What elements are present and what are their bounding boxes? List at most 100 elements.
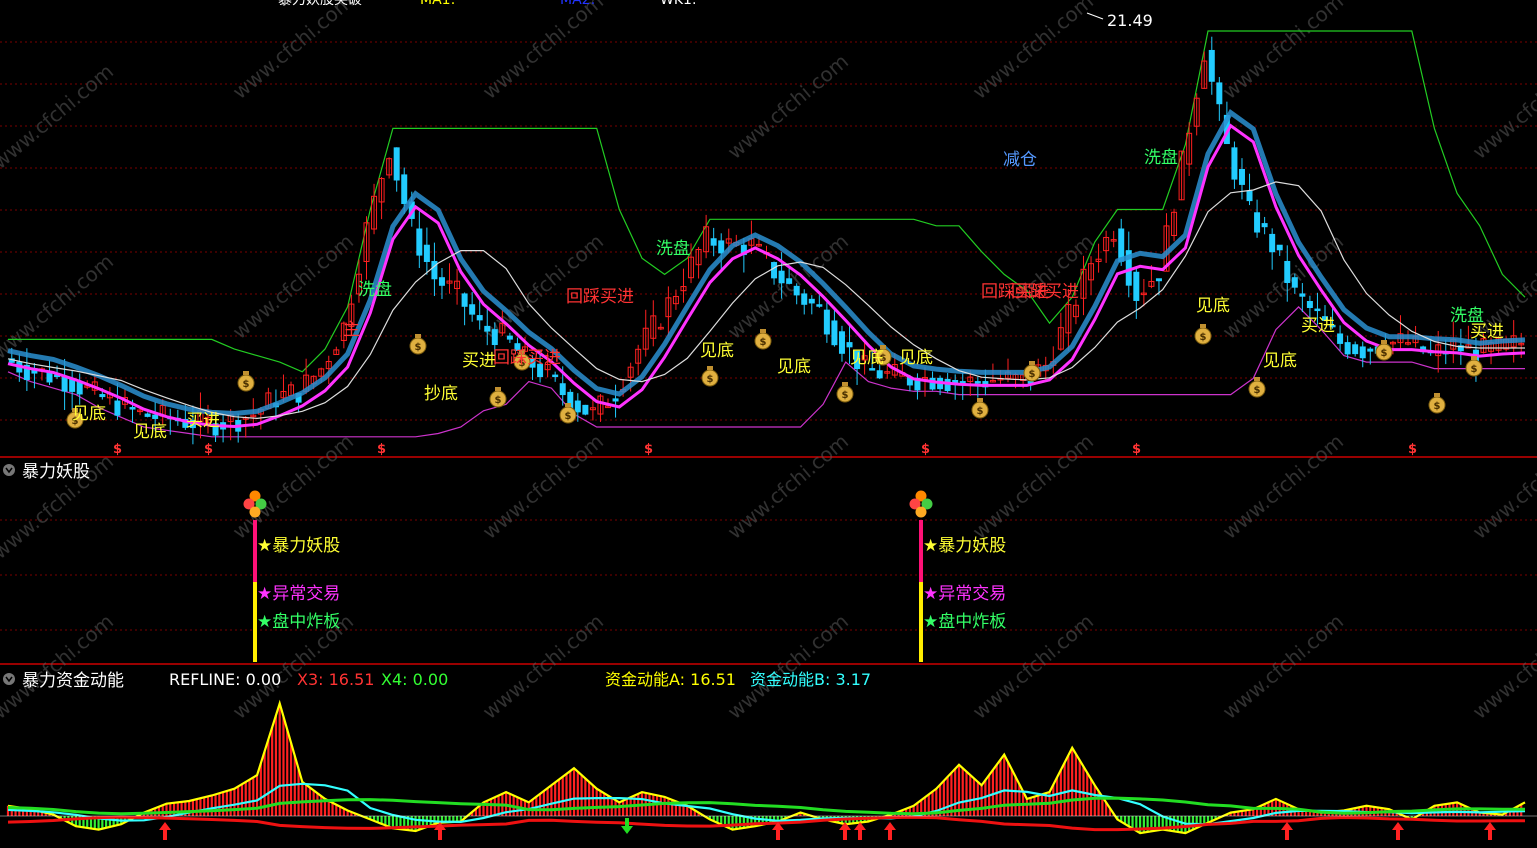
signal-label: 减仓 xyxy=(1003,150,1037,170)
signal-label: 洗盘 xyxy=(1144,148,1178,168)
signal-group-label: ★暴力妖股 xyxy=(257,536,340,556)
dollar-marker: $ xyxy=(113,442,122,457)
signal-label: 回踩买进 xyxy=(1011,282,1079,302)
candle-down xyxy=(1291,277,1298,288)
candle-down xyxy=(1231,147,1238,180)
candle-down xyxy=(944,378,951,392)
candle-down xyxy=(438,277,445,286)
candle-down xyxy=(846,342,853,348)
signal-label: 见底 xyxy=(1263,351,1297,371)
candle-down xyxy=(152,414,159,419)
candle-down xyxy=(612,398,619,402)
candle-down xyxy=(582,404,589,415)
dollar-marker: $ xyxy=(921,442,930,457)
dollar-marker: $ xyxy=(644,442,653,457)
signal-group-label: ★暴力妖股 xyxy=(923,536,1006,556)
candle-down xyxy=(1352,344,1359,355)
candle-down xyxy=(114,400,121,416)
candle-down xyxy=(144,413,151,417)
candle-down xyxy=(823,309,830,335)
candle-down xyxy=(574,400,581,413)
signal-label: 见底 xyxy=(899,348,933,368)
candle-down xyxy=(808,298,815,304)
money-bag-sign: $ xyxy=(842,390,849,401)
candle-down xyxy=(1299,293,1306,297)
candle-down xyxy=(469,304,476,315)
signal-group-label: ★异常交易 xyxy=(257,584,340,604)
money-bag-neck xyxy=(1434,393,1440,397)
panel2-collapse-icon[interactable] xyxy=(3,464,15,476)
signal-group-label: ★异常交易 xyxy=(923,584,1006,604)
candle-down xyxy=(1238,168,1245,185)
candle-down xyxy=(869,368,876,371)
money-bag-sign: $ xyxy=(707,374,714,385)
indicator-b: 资金动能B: 3.17 xyxy=(750,670,871,689)
header-label-3: MA2: xyxy=(560,0,595,8)
candle-down xyxy=(771,262,778,279)
money-bag-neck xyxy=(842,382,848,386)
signal-label: 见底 xyxy=(133,422,167,442)
dollar-marker: $ xyxy=(1132,442,1141,457)
candle-down xyxy=(1337,333,1344,344)
money-bag-sign: $ xyxy=(760,337,767,348)
candle-down xyxy=(416,228,423,256)
candle-down xyxy=(801,293,808,305)
money-bag-neck xyxy=(1471,356,1477,360)
candle-down xyxy=(491,329,498,346)
signal-orb-icon xyxy=(915,506,927,518)
money-bag-sign: $ xyxy=(1471,364,1478,375)
header-label-1: 暴力妖股突破 xyxy=(278,0,362,8)
candle-down xyxy=(129,407,136,410)
signal-group-label: ★盘中炸板 xyxy=(257,612,340,632)
candle-down xyxy=(559,383,566,396)
signal-group-label: ★盘中炸板 xyxy=(923,612,1006,632)
signal-label: 回踩买进 xyxy=(493,348,561,368)
panel3-title: 暴力资金动能 xyxy=(22,671,124,691)
money-bag-neck xyxy=(707,366,713,370)
panel3-collapse-icon[interactable] xyxy=(3,673,15,685)
dollar-marker: $ xyxy=(1408,442,1417,457)
candle-down xyxy=(1276,244,1283,251)
indicator-refline: REFLINE: 0.00 xyxy=(169,670,281,689)
candle-down xyxy=(793,285,800,296)
candle-down xyxy=(1155,278,1162,282)
candle-down xyxy=(393,147,400,181)
money-bag-sign: $ xyxy=(1029,369,1036,380)
signal-label: 抄底 xyxy=(424,384,458,404)
candle-down xyxy=(959,381,966,384)
candle-down xyxy=(838,331,845,354)
candle-down xyxy=(876,370,883,379)
signal-label: 见底 xyxy=(777,357,811,377)
signal-label: 主 xyxy=(343,320,360,340)
money-bag-neck xyxy=(415,334,421,338)
signal-label: 买进 xyxy=(462,351,496,371)
signal-label: 洗盘 xyxy=(656,239,690,259)
candle-down xyxy=(552,374,559,378)
candle-down xyxy=(461,293,468,307)
money-bag-sign: $ xyxy=(495,395,502,406)
money-bag-neck xyxy=(1200,324,1206,328)
candle-down xyxy=(1306,300,1313,308)
money-bag-neck xyxy=(1029,361,1035,365)
candle-down xyxy=(1284,260,1291,284)
money-bag-sign: $ xyxy=(415,342,422,353)
money-bag-sign: $ xyxy=(1200,332,1207,343)
money-bag-neck xyxy=(760,329,766,333)
header-label-4: WK1: xyxy=(660,0,697,8)
candle-down xyxy=(786,278,793,284)
money-bag-neck xyxy=(565,403,571,407)
money-bag-sign: $ xyxy=(977,406,984,417)
candle-down xyxy=(1254,212,1261,233)
signal-orb-icon xyxy=(249,506,261,518)
money-bag-sign: $ xyxy=(1434,401,1441,412)
candle-down xyxy=(69,378,76,392)
candle-down xyxy=(506,335,513,340)
header-label-2: MA1: xyxy=(420,0,455,8)
dollar-marker: $ xyxy=(204,442,213,457)
candle-down xyxy=(1216,82,1223,105)
candle-down xyxy=(484,325,491,332)
candle-down xyxy=(401,174,408,205)
candle-down xyxy=(1359,346,1366,359)
chart-svg: www.cfchi.comwww.cfchi.com www.cfchi.comw… xyxy=(0,0,1537,844)
candle-down xyxy=(1133,271,1140,301)
